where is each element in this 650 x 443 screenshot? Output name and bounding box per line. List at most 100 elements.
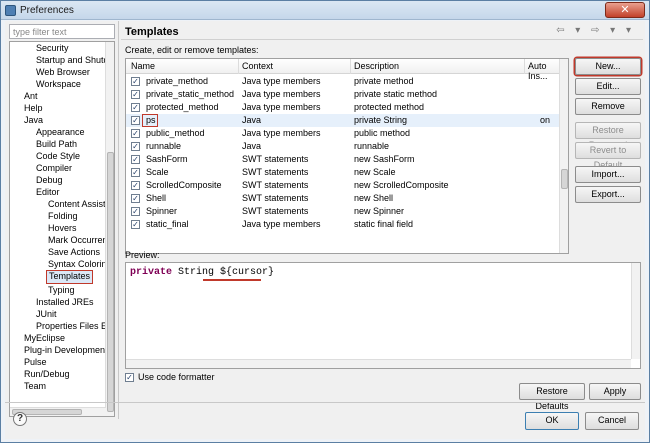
tree-item-team[interactable]: Team [24, 380, 46, 392]
restore-removed-button[interactable]: Restore Removed [575, 122, 641, 150]
table-row[interactable]: ✓ runnable Java runnable [126, 140, 560, 153]
table-row[interactable]: ✓ ScrolledComposite SWT statements new S… [126, 179, 560, 192]
tree-item-ant[interactable]: Ant [24, 90, 38, 102]
row-checkbox[interactable]: ✓ [131, 168, 140, 177]
code-cursor-variable: ${cursor} [220, 267, 275, 278]
tree-item-myeclipse[interactable]: MyEclipse [24, 332, 65, 344]
cell-description: public method [354, 128, 411, 138]
row-checkbox[interactable]: ✓ [131, 155, 140, 164]
table-row[interactable]: ✓ public_method Java type members public… [126, 127, 560, 140]
table-row[interactable]: ✓ private_static_method Java type member… [126, 88, 560, 101]
row-checkbox[interactable]: ✓ [131, 181, 140, 190]
tree-item-run-debug[interactable]: Run/Debug [24, 368, 70, 380]
code-type: String [172, 267, 221, 278]
tree-item-workspace[interactable]: Workspace [36, 78, 81, 90]
use-code-formatter-label: Use code formatter [138, 372, 215, 382]
row-checkbox[interactable]: ✓ [131, 194, 140, 203]
cell-name: runnable [146, 141, 182, 151]
cell-name: Scale [146, 167, 169, 177]
new-template-button[interactable]: New... [575, 58, 641, 75]
tree-item-templates[interactable]: Templates [46, 270, 94, 284]
tree-item-syntax-coloring[interactable]: Syntax Coloring [48, 258, 112, 270]
cell-context: Java type members [242, 128, 321, 138]
table-row[interactable]: ✓ protected_method Java type members pro… [126, 101, 560, 114]
history-navigation-icons[interactable]: ⇦ ▾ ⇨ ▾ ▾ [556, 25, 635, 36]
row-checkbox[interactable]: ✓ [131, 103, 140, 112]
column-separator [350, 59, 351, 74]
row-checkbox[interactable]: ✓ [131, 90, 140, 99]
table-scroll-thumb[interactable] [561, 169, 568, 189]
close-window-button[interactable]: ✕ [605, 2, 645, 18]
tree-item-plugin-development[interactable]: Plug-in Development [24, 344, 108, 356]
cell-context: Java type members [242, 76, 321, 86]
table-row-selected[interactable]: ✓ ps Java private String on [126, 114, 560, 127]
row-checkbox[interactable]: ✓ [131, 207, 140, 216]
tree-item-build-path[interactable]: Build Path [36, 138, 77, 150]
revert-to-default-button[interactable]: Revert to Default [575, 142, 641, 170]
column-header-context[interactable]: Context [242, 61, 273, 71]
tree-item-java[interactable]: Java [24, 114, 43, 126]
tree-item-appearance[interactable]: Appearance [36, 126, 85, 138]
edit-template-button[interactable]: Edit... [575, 78, 641, 95]
preferences-window: Preferences ✕ Security Startup and Shutd… [0, 0, 650, 443]
row-checkbox[interactable]: ✓ [131, 129, 140, 138]
cell-context: SWT statements [242, 180, 309, 190]
cell-description: static final field [354, 219, 414, 229]
tree-item-security[interactable]: Security [36, 42, 69, 54]
tree-item-installed-jres[interactable]: Installed JREs [36, 296, 94, 308]
tree-item-hovers[interactable]: Hovers [48, 222, 77, 234]
cell-context: SWT statements [242, 154, 309, 164]
export-button[interactable]: Export... [575, 186, 641, 203]
table-row[interactable]: ✓ SashForm SWT statements new SashForm [126, 153, 560, 166]
preview-code: private String ${cursor} [130, 267, 274, 278]
tree-item-debug[interactable]: Debug [36, 174, 63, 186]
column-header-description[interactable]: Description [354, 61, 399, 71]
tree-item-content-assist[interactable]: Content Assist [48, 198, 106, 210]
help-icon[interactable]: ? [13, 412, 27, 426]
remove-template-button[interactable]: Remove [575, 98, 641, 115]
tree-item-folding[interactable]: Folding [48, 210, 78, 222]
tree-item-compiler[interactable]: Compiler [36, 162, 72, 174]
tree-item-mark-occurrences[interactable]: Mark Occurren [48, 234, 108, 246]
use-code-formatter-option[interactable]: ✓ Use code formatter [125, 371, 215, 383]
table-vertical-scrollbar[interactable] [559, 59, 568, 253]
pane-divider[interactable] [118, 21, 119, 419]
table-row[interactable]: ✓ private_method Java type members priva… [126, 75, 560, 88]
tree-item-junit[interactable]: JUnit [36, 308, 57, 320]
tree-item-editor[interactable]: Editor [36, 186, 60, 198]
apply-button[interactable]: Apply [589, 383, 641, 400]
tree-item-web-browser[interactable]: Web Browser [36, 66, 90, 78]
column-header-name[interactable]: Name [131, 61, 155, 71]
templates-table: Name Context Description Auto Ins... ✓ p… [125, 58, 569, 254]
restore-defaults-button[interactable]: Restore Defaults [519, 383, 585, 411]
tree-vertical-scrollbar[interactable] [105, 42, 114, 416]
tree-item-properties-files-editor[interactable]: Properties Files Ed [36, 320, 112, 332]
tree-item-save-actions[interactable]: Save Actions [48, 246, 100, 258]
table-row[interactable]: ✓ Shell SWT statements new Shell [126, 192, 560, 205]
cell-name: ps [146, 115, 156, 125]
cell-auto-insert: on [540, 115, 551, 125]
table-row[interactable]: ✓ Spinner SWT statements new Spinner [126, 205, 560, 218]
tree-item-code-style[interactable]: Code Style [36, 150, 80, 162]
use-code-formatter-checkbox[interactable]: ✓ [125, 372, 134, 382]
cell-description: private String [354, 115, 408, 125]
cell-description: new ScrolledComposite [354, 180, 449, 190]
row-checkbox[interactable]: ✓ [131, 142, 140, 151]
row-checkbox[interactable]: ✓ [131, 77, 140, 86]
tree-scroll-thumb[interactable] [107, 152, 114, 412]
row-checkbox[interactable]: ✓ [131, 220, 140, 229]
tree-item-startup-shutdown[interactable]: Startup and Shutd [36, 54, 109, 66]
template-preview[interactable]: private String ${cursor} [125, 262, 641, 369]
import-button[interactable]: Import... [575, 166, 641, 183]
tree-item-help[interactable]: Help [24, 102, 43, 114]
table-row[interactable]: ✓ static_final Java type members static … [126, 218, 560, 231]
cancel-button[interactable]: Cancel [585, 412, 639, 430]
row-checkbox[interactable]: ✓ [131, 116, 140, 125]
tree-item-pulse[interactable]: Pulse [24, 356, 47, 368]
preview-vertical-scrollbar[interactable] [631, 263, 640, 359]
preview-horizontal-scrollbar[interactable] [126, 359, 631, 368]
ok-button[interactable]: OK [525, 412, 579, 430]
filter-input[interactable] [9, 24, 115, 39]
table-row[interactable]: ✓ Scale SWT statements new Scale [126, 166, 560, 179]
tree-item-typing[interactable]: Typing [48, 284, 75, 296]
